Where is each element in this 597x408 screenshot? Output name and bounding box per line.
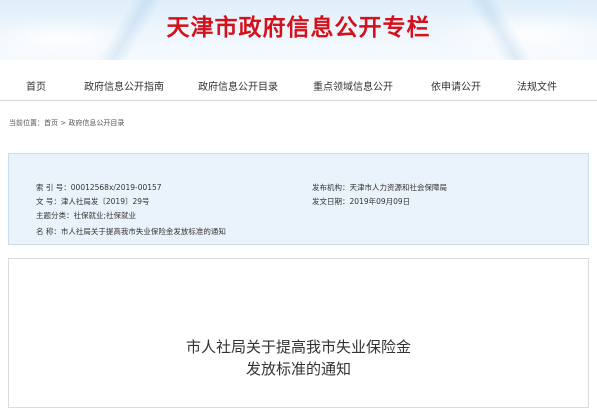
info-index-label: 索 引 号： xyxy=(36,183,71,192)
nav-item-home[interactable]: 首页 xyxy=(26,78,46,93)
info-date: 发文日期：2019年09月09日 xyxy=(312,196,410,207)
nav-item-key-areas[interactable]: 重点领域信息公开 xyxy=(313,78,393,93)
info-category: 主题分类：社保就业;社保就业 xyxy=(36,210,136,221)
info-date-value: 2019年09月09日 xyxy=(349,197,411,206)
info-name-value: 市人社局关于提高我市失业保险金发放标准的通知 xyxy=(60,227,226,236)
site-title: 天津市政府信息公开专栏 xyxy=(166,15,431,41)
nav-item-regulations[interactable]: 法规文件 xyxy=(517,78,557,93)
info-docno: 文 号：津人社局发〔2019〕29号 xyxy=(36,196,150,207)
document-title-line2: 发放标准的通知 xyxy=(245,360,351,378)
document-panel xyxy=(8,258,589,408)
info-index-value: 00012568x/2019-00157 xyxy=(70,183,162,192)
info-docno-value: 津人社局发〔2019〕29号 xyxy=(60,197,150,206)
nav-item-by-request[interactable]: 依申请公开 xyxy=(431,78,481,93)
nav-divider xyxy=(0,100,597,101)
nav-item-guide[interactable]: 政府信息公开指南 xyxy=(84,78,164,93)
info-category-value: 社保就业;社保就业 xyxy=(73,211,137,220)
main-nav: 首页 政府信息公开指南 政府信息公开目录 重点领域信息公开 依申请公开 法规文件 xyxy=(0,72,597,98)
document-title-line1: 市人社局关于提高我市失业保险金 xyxy=(185,338,411,356)
info-category-label: 主题分类： xyxy=(36,211,74,220)
info-name-label: 名 称： xyxy=(36,227,61,236)
info-docno-label: 文 号： xyxy=(36,197,61,206)
breadcrumb-home-link[interactable]: 首页 xyxy=(44,119,58,127)
info-name: 名 称：市人社局关于提高我市失业保险金发放标准的通知 xyxy=(36,226,226,237)
nav-item-catalog[interactable]: 政府信息公开目录 xyxy=(198,78,278,93)
info-issuer-value: 天津市人力资源和社会保障局 xyxy=(349,183,448,192)
info-index: 索 引 号：00012568x/2019-00157 xyxy=(36,182,162,193)
header-banner: 天津市政府信息公开专栏 xyxy=(0,0,597,60)
info-date-label: 发文日期： xyxy=(312,197,350,206)
document-info-box: 索 引 号：00012568x/2019-00157 文 号：津人社局发〔201… xyxy=(8,153,589,245)
document-title: 市人社局关于提高我市失业保险金 发放标准的通知 xyxy=(8,336,589,380)
info-issuer: 发布机构：天津市人力资源和社会保障局 xyxy=(312,182,447,193)
breadcrumb: 当前位置：首页 > 政府信息公开目录 xyxy=(9,118,124,128)
breadcrumb-separator: > xyxy=(58,119,69,127)
info-issuer-label: 发布机构： xyxy=(312,183,350,192)
breadcrumb-prefix: 当前位置： xyxy=(9,119,44,127)
breadcrumb-current-link[interactable]: 政府信息公开目录 xyxy=(68,119,124,127)
